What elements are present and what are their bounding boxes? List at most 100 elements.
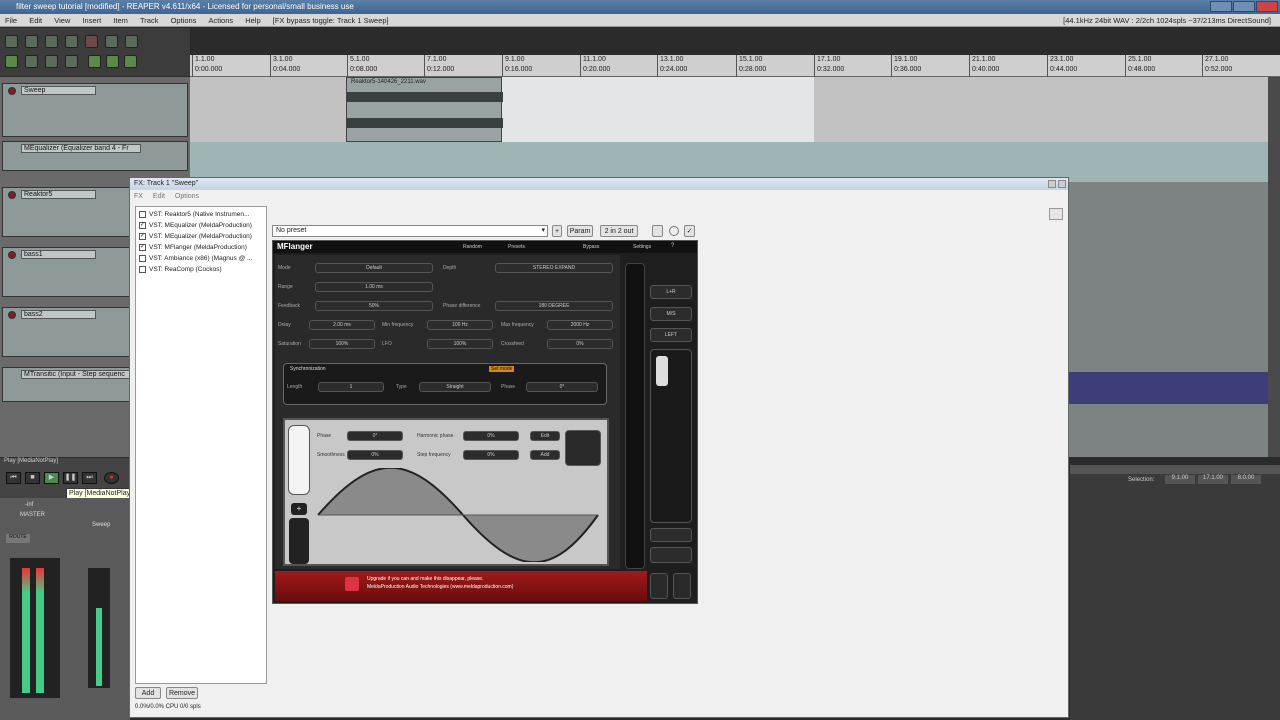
record-arm-button[interactable] — [8, 311, 16, 319]
selection-length[interactable]: 8.0.00 — [1231, 475, 1261, 484]
ms-mode-button[interactable]: M/S — [650, 307, 692, 321]
preset-dropdown[interactable]: No preset ▾ — [272, 225, 548, 237]
menu-options[interactable]: Options — [166, 14, 202, 27]
add-fx-button[interactable]: Add — [135, 687, 161, 699]
preset-menu-button[interactable]: + — [552, 225, 562, 237]
lr-mode-button[interactable]: L+R — [650, 285, 692, 299]
toolbar-button[interactable] — [85, 35, 98, 48]
menu-insert[interactable]: Insert — [77, 14, 106, 27]
menu-help[interactable]: Help — [240, 14, 265, 27]
midi-item[interactable] — [1068, 372, 1268, 404]
enable-checkbox[interactable] — [139, 265, 146, 273]
fx-chain-item[interactable]: ✓ VST: MFlanger (MeldaProduction) — [139, 243, 247, 253]
sync-toggle[interactable]: Set mode — [489, 366, 515, 372]
fx-minimize-button[interactable] — [1048, 180, 1056, 188]
timeline-ruler[interactable]: 1.1.00 0:00.000 3.1.00 0:04.000 5.1.00 0:08… — [190, 55, 1280, 77]
length-field[interactable]: 1 — [318, 382, 384, 392]
fx-chain-item[interactable]: VST: Ambiance (x86) (Magnus @ ... — [139, 254, 252, 264]
smoothness-field[interactable]: 0% — [347, 450, 403, 460]
minimize-button[interactable] — [1210, 1, 1232, 12]
stereo-expand-field[interactable]: STEREO EXPAND — [495, 263, 613, 273]
delay-slider[interactable]: 2.00 ms — [309, 320, 375, 330]
vertical-scrollbar[interactable] — [1268, 77, 1280, 457]
upgrade-banner[interactable]: Upgrade if you can and make this disappe… — [275, 571, 647, 601]
saturation-slider[interactable]: 100% — [309, 339, 375, 349]
go-to-end-button[interactable]: ⏭ — [82, 472, 97, 484]
toolbar-button[interactable] — [25, 35, 38, 48]
depth-slider[interactable]: 100% — [427, 339, 493, 349]
add-shape-button[interactable]: + — [291, 503, 307, 515]
enable-checkbox[interactable]: ✓ — [139, 221, 146, 229]
envelope-name[interactable]: MTransitic (Input - Step sequenc — [21, 370, 141, 379]
menu-actions[interactable]: Actions — [204, 14, 239, 27]
min-frequency-slider[interactable]: 100 Hz — [427, 320, 493, 330]
maximize-button[interactable] — [1233, 1, 1255, 12]
left-mode-button[interactable]: LEFT — [650, 328, 692, 342]
plugin-option-button[interactable] — [652, 225, 663, 237]
enable-checkbox[interactable] — [139, 254, 146, 262]
lock-icon[interactable] — [124, 55, 137, 68]
toolbar-button[interactable] — [105, 35, 118, 48]
toolbar-button[interactable] — [5, 35, 18, 48]
set-shape-button[interactable] — [565, 430, 601, 466]
io-button[interactable]: 2 in 2 out — [600, 225, 638, 237]
record-arm-button[interactable] — [8, 87, 16, 95]
play-button[interactable]: ▶ — [44, 472, 59, 484]
toolbar-button[interactable] — [65, 55, 78, 68]
envelope-name[interactable]: MEqualizer (Equalizer band 4 - Fr — [21, 144, 141, 153]
lfo-waveform[interactable] — [313, 468, 603, 562]
plugin-enable-checkbox[interactable]: ✓ — [684, 225, 695, 237]
envelope-track[interactable]: MEqualizer (Equalizer band 4 - Fr — [2, 141, 188, 171]
selection-start[interactable]: 9.1.00 — [1165, 475, 1195, 484]
enable-checkbox[interactable]: ✓ — [139, 243, 146, 251]
toolbar-button[interactable] — [25, 55, 38, 68]
selection-end[interactable]: 17.1.00 — [1198, 475, 1228, 484]
menu-view[interactable]: View — [49, 14, 75, 27]
ab-button[interactable] — [650, 528, 692, 542]
menu-file[interactable]: File — [0, 14, 22, 27]
harmonic-phase-field[interactable]: 0% — [463, 431, 519, 441]
mode-selector[interactable]: Default — [315, 263, 433, 273]
toolbar-button[interactable] — [65, 35, 78, 48]
shape-tools[interactable] — [289, 518, 309, 564]
track-name[interactable]: bass1 — [21, 250, 96, 259]
horizontal-scrollbar[interactable] — [1070, 465, 1280, 474]
fullscreen-button[interactable] — [650, 547, 692, 563]
record-arm-button[interactable] — [8, 251, 16, 259]
step-frequency-field[interactable]: 0% — [463, 450, 519, 460]
fx-chain-item[interactable]: VST: Reaktor5 (Native Instrumen... — [139, 210, 249, 220]
close-button[interactable] — [1256, 1, 1278, 12]
toolbar-button[interactable] — [45, 35, 58, 48]
menu-item[interactable]: Item — [108, 14, 133, 27]
stop-button[interactable]: ■ — [25, 472, 40, 484]
record-button[interactable]: ● — [104, 472, 119, 484]
track-name[interactable]: bass2 — [21, 310, 96, 319]
max-frequency-slider[interactable]: 2000 Hz — [547, 320, 613, 330]
enable-checkbox[interactable]: ✓ — [139, 232, 146, 240]
crossfeed-slider[interactable]: 0% — [547, 339, 613, 349]
random-button[interactable]: Random — [463, 244, 482, 250]
settings-button[interactable]: Settings — [633, 244, 651, 250]
toolbar-button[interactable] — [88, 55, 101, 68]
fader-handle[interactable] — [656, 356, 668, 386]
channel-fader-panel[interactable] — [650, 349, 692, 523]
record-arm-button[interactable] — [8, 191, 16, 199]
edit-shape-button[interactable]: Edit — [530, 431, 560, 441]
menu-edit[interactable]: Edit — [24, 14, 47, 27]
phase-knob-field[interactable]: 0° — [347, 431, 403, 441]
track-sweep[interactable]: Sweep — [2, 83, 188, 137]
route-button[interactable]: ROUTE — [6, 534, 30, 543]
pause-button[interactable]: ❚❚ — [63, 472, 78, 484]
media-item[interactable]: Reaktor5-140426_2211.wav — [346, 77, 503, 142]
track-name[interactable]: Reaktor5 — [21, 190, 96, 199]
toolbar-button[interactable] — [5, 55, 18, 68]
help-icon[interactable]: ? — [671, 243, 674, 249]
feedback-slider[interactable]: 50% — [315, 301, 433, 311]
wet-knob[interactable] — [669, 226, 679, 236]
presets-button[interactable]: Presets — [508, 244, 525, 250]
add-point-button[interactable]: Add — [530, 450, 560, 460]
type-field[interactable]: Straight — [419, 382, 491, 392]
plugin-extra-button[interactable] — [673, 573, 691, 599]
toolbar-button[interactable] — [125, 35, 138, 48]
toolbar-button[interactable] — [45, 55, 58, 68]
